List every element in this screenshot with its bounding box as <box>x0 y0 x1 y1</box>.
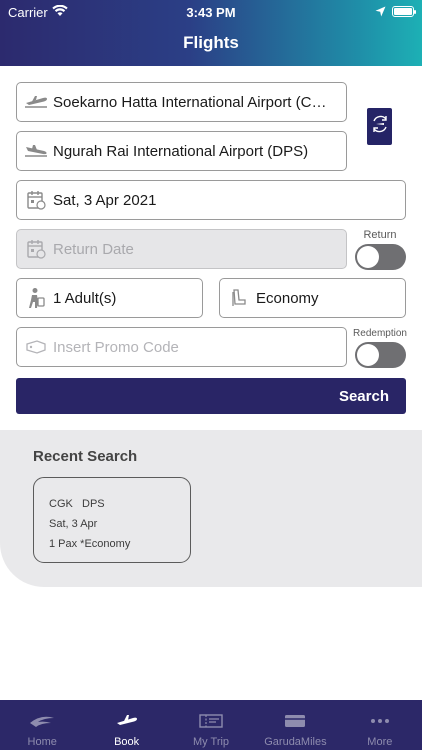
battery-icon <box>392 6 416 17</box>
tab-more[interactable]: More <box>338 700 422 750</box>
swap-route-button[interactable] <box>367 108 392 145</box>
recent-search-date: Sat, 3 Apr <box>49 518 98 530</box>
garuda-logo-icon <box>29 711 55 731</box>
swap-icon <box>370 112 390 141</box>
tab-book-label: Book <box>114 736 140 748</box>
calendar-icon <box>19 239 53 259</box>
recent-search-section: Recent Search CGK DPS Sat, 3 Apr 1 Pax *… <box>0 430 422 587</box>
destination-field[interactable]: Ngurah Rai International Airport (DPS) <box>16 131 347 171</box>
tab-garudamiles[interactable]: GarudaMiles <box>253 700 337 750</box>
promo-code-input[interactable]: Insert Promo Code <box>16 327 347 367</box>
return-toggle[interactable] <box>355 244 406 270</box>
card-icon <box>283 711 307 731</box>
traveler-icon <box>19 287 53 309</box>
more-dots-icon <box>370 711 390 731</box>
ticket-tag-icon <box>19 340 53 354</box>
recent-search-card[interactable]: CGK DPS Sat, 3 Apr 1 Pax *Economy <box>33 477 191 563</box>
tab-home[interactable]: Home <box>0 700 84 750</box>
app-header: Carrier 3:43 PM Flights <box>0 0 422 66</box>
tab-my-trip-label: My Trip <box>192 736 230 748</box>
takeoff-icon <box>19 95 53 109</box>
search-button[interactable]: Search <box>16 378 406 414</box>
recent-search-route: CGK DPS <box>49 498 105 510</box>
origin-value: Soekarno Hatta International Airport (CG… <box>53 93 339 111</box>
passengers-field[interactable]: 1 Adult(s) <box>16 278 203 318</box>
redemption-toggle-label: Redemption <box>353 328 407 339</box>
return-date-field[interactable]: Return Date <box>16 229 347 269</box>
page-title: Flights <box>183 33 239 52</box>
return-date-placeholder: Return Date <box>53 240 134 258</box>
status-bar: Carrier 3:43 PM <box>0 3 422 21</box>
promo-code-placeholder: Insert Promo Code <box>53 338 179 356</box>
calendar-icon <box>19 190 53 210</box>
tab-more-label: More <box>367 736 393 748</box>
location-arrow-icon <box>375 5 386 20</box>
depart-date-field[interactable]: Sat, 3 Apr 2021 <box>16 180 406 220</box>
recent-search-title: Recent Search <box>33 448 138 465</box>
destination-value: Ngurah Rai International Airport (DPS) <box>53 142 309 160</box>
seat-icon <box>222 288 256 308</box>
return-toggle-label: Return <box>363 229 397 241</box>
redemption-toggle[interactable] <box>355 342 406 368</box>
tab-home-label: Home <box>27 736 57 748</box>
tab-garudamiles-label: GarudaMiles <box>264 736 327 748</box>
landing-icon <box>19 144 53 158</box>
tab-my-trip[interactable]: My Trip <box>169 700 253 750</box>
plane-icon <box>115 711 139 731</box>
depart-date-value: Sat, 3 Apr 2021 <box>53 191 157 209</box>
cabin-class-value: Economy <box>256 289 319 307</box>
ticket-icon <box>198 711 224 731</box>
cabin-class-field[interactable]: Economy <box>219 278 406 318</box>
status-time: 3:43 PM <box>186 5 236 20</box>
origin-field[interactable]: Soekarno Hatta International Airport (CG… <box>16 82 347 122</box>
passengers-value: 1 Adult(s) <box>53 289 117 307</box>
tab-book[interactable]: Book <box>84 700 168 750</box>
bottom-tab-bar: Home Book My Trip GarudaMiles More <box>0 700 422 750</box>
recent-search-details: 1 Pax *Economy <box>49 538 131 550</box>
